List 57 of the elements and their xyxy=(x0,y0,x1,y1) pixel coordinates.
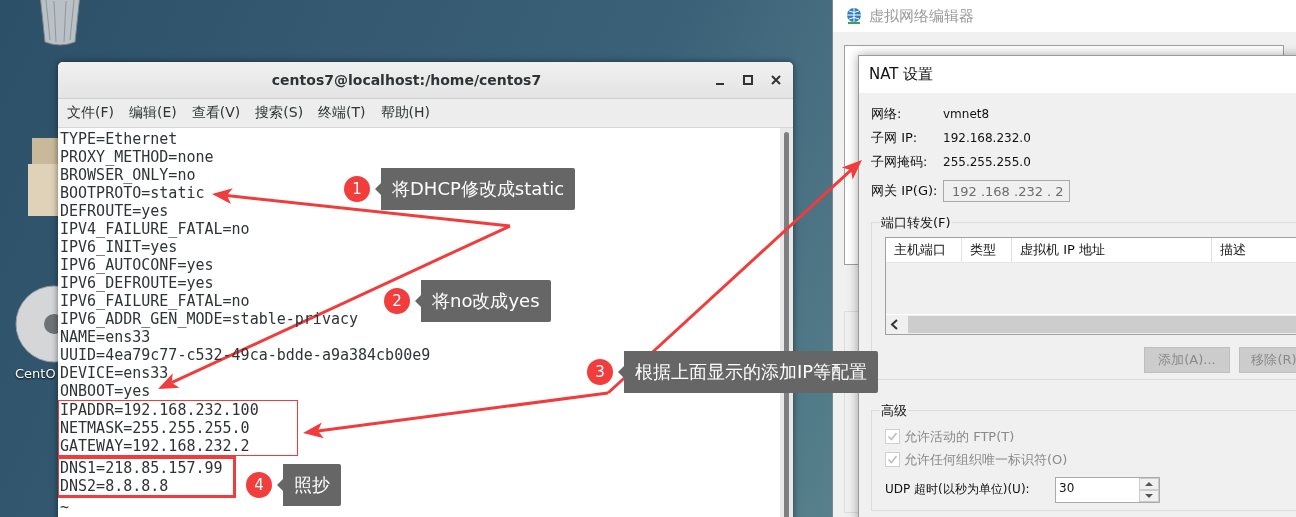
maximize-icon[interactable] xyxy=(743,75,753,85)
terminal-line: IPV6_FAILURE_FATAL=no xyxy=(60,292,250,310)
menu-item[interactable]: 帮助(H) xyxy=(379,102,432,124)
terminal-line: DNS2=8.8.8.8 xyxy=(60,477,169,495)
column-header[interactable]: 主机端口 xyxy=(886,238,962,262)
field-value: 192.168.232.0 xyxy=(943,131,1031,145)
terminal-line: BROWSER_ONLY=no xyxy=(60,166,196,184)
callout: 将no改成yes xyxy=(415,280,551,322)
callout: 根据上面显示的添加IP等配置 xyxy=(618,351,879,393)
field-label: 子网 IP: xyxy=(871,129,919,147)
window-title: centos7@localhost:/home/centos7 xyxy=(270,72,543,88)
scrollbar[interactable] xyxy=(780,128,793,517)
checkbox-label: 允许任何组织唯一标识符(O) xyxy=(904,450,1068,469)
menu-item[interactable]: 搜索(S) xyxy=(254,102,305,124)
field-value: 255.255.255.0 xyxy=(943,155,1031,169)
group-label: 高级 xyxy=(880,402,908,420)
field-label: 网络: xyxy=(871,105,903,123)
terminal-line: IPV4_FAILURE_FATAL=no xyxy=(60,220,250,238)
menu-item[interactable]: 文件(F) xyxy=(66,102,115,124)
folder-icon[interactable] xyxy=(26,138,58,216)
terminal-line: DEFROUTE=yes xyxy=(60,202,169,220)
group-label: 端口转发(F) xyxy=(880,214,952,232)
dialog-title: NAT 设置 xyxy=(869,65,934,84)
menu-item[interactable]: 查看(V) xyxy=(190,102,242,124)
window-title: 虚拟网络编辑器 xyxy=(869,6,974,26)
spin-field[interactable]: 30 xyxy=(1055,476,1160,503)
callout: 将DHCP修改成static xyxy=(375,168,576,210)
terminal-line: TYPE=Ethernet xyxy=(60,130,178,148)
scrollbar-thumb[interactable] xyxy=(908,316,1296,333)
menu-item[interactable]: 编辑(E) xyxy=(128,102,178,124)
column-header[interactable]: 类型 xyxy=(962,238,1012,262)
terminal-line: PROXY_METHOD=none xyxy=(60,148,214,166)
terminal-line: BOOTPROTO=static xyxy=(60,184,205,202)
terminal-line: GATEWAY=192.168.232.2 xyxy=(60,437,250,455)
spin-arrows-icon[interactable] xyxy=(1139,477,1159,502)
terminal-line: ~ xyxy=(60,498,70,516)
field-label: 网关 IP(G): xyxy=(871,182,939,200)
terminal-line: DNS1=218.85.157.99 xyxy=(60,459,223,477)
desktop-icon-label: CentO xyxy=(15,366,56,381)
callout: 照抄 xyxy=(277,464,341,506)
menu-item[interactable]: 终端(T) xyxy=(317,102,367,124)
field-label: 子网掩码: xyxy=(871,153,929,171)
field-value: vmnet8 xyxy=(943,107,990,121)
column-header[interactable]: 描述 xyxy=(1212,238,1296,262)
globe-icon xyxy=(845,7,863,25)
terminal-line: DEVICE=ens33 xyxy=(60,364,169,382)
terminal-line: ONBOOT=yes xyxy=(60,382,151,400)
close-icon[interactable] xyxy=(771,75,781,85)
field-label: UDP 超时(以秒为单位)(U): xyxy=(885,481,1031,498)
terminal-line: IPV6_INIT=yes xyxy=(60,238,178,256)
terminal-line: IPV6_DEFROUTE=yes xyxy=(60,274,214,292)
column-header[interactable]: 虚拟机 IP 地址 xyxy=(1012,238,1212,262)
terminal-line: IPV6_AUTOCONF=yes xyxy=(60,256,214,274)
checkbox-label: 允许活动的 FTP(T) xyxy=(904,427,1015,446)
terminal-line: NETMASK=255.255.255.0 xyxy=(60,419,250,437)
terminal-line: IPADDR=192.168.232.100 xyxy=(60,401,259,419)
terminal-line: NAME=ens33 xyxy=(60,328,151,346)
